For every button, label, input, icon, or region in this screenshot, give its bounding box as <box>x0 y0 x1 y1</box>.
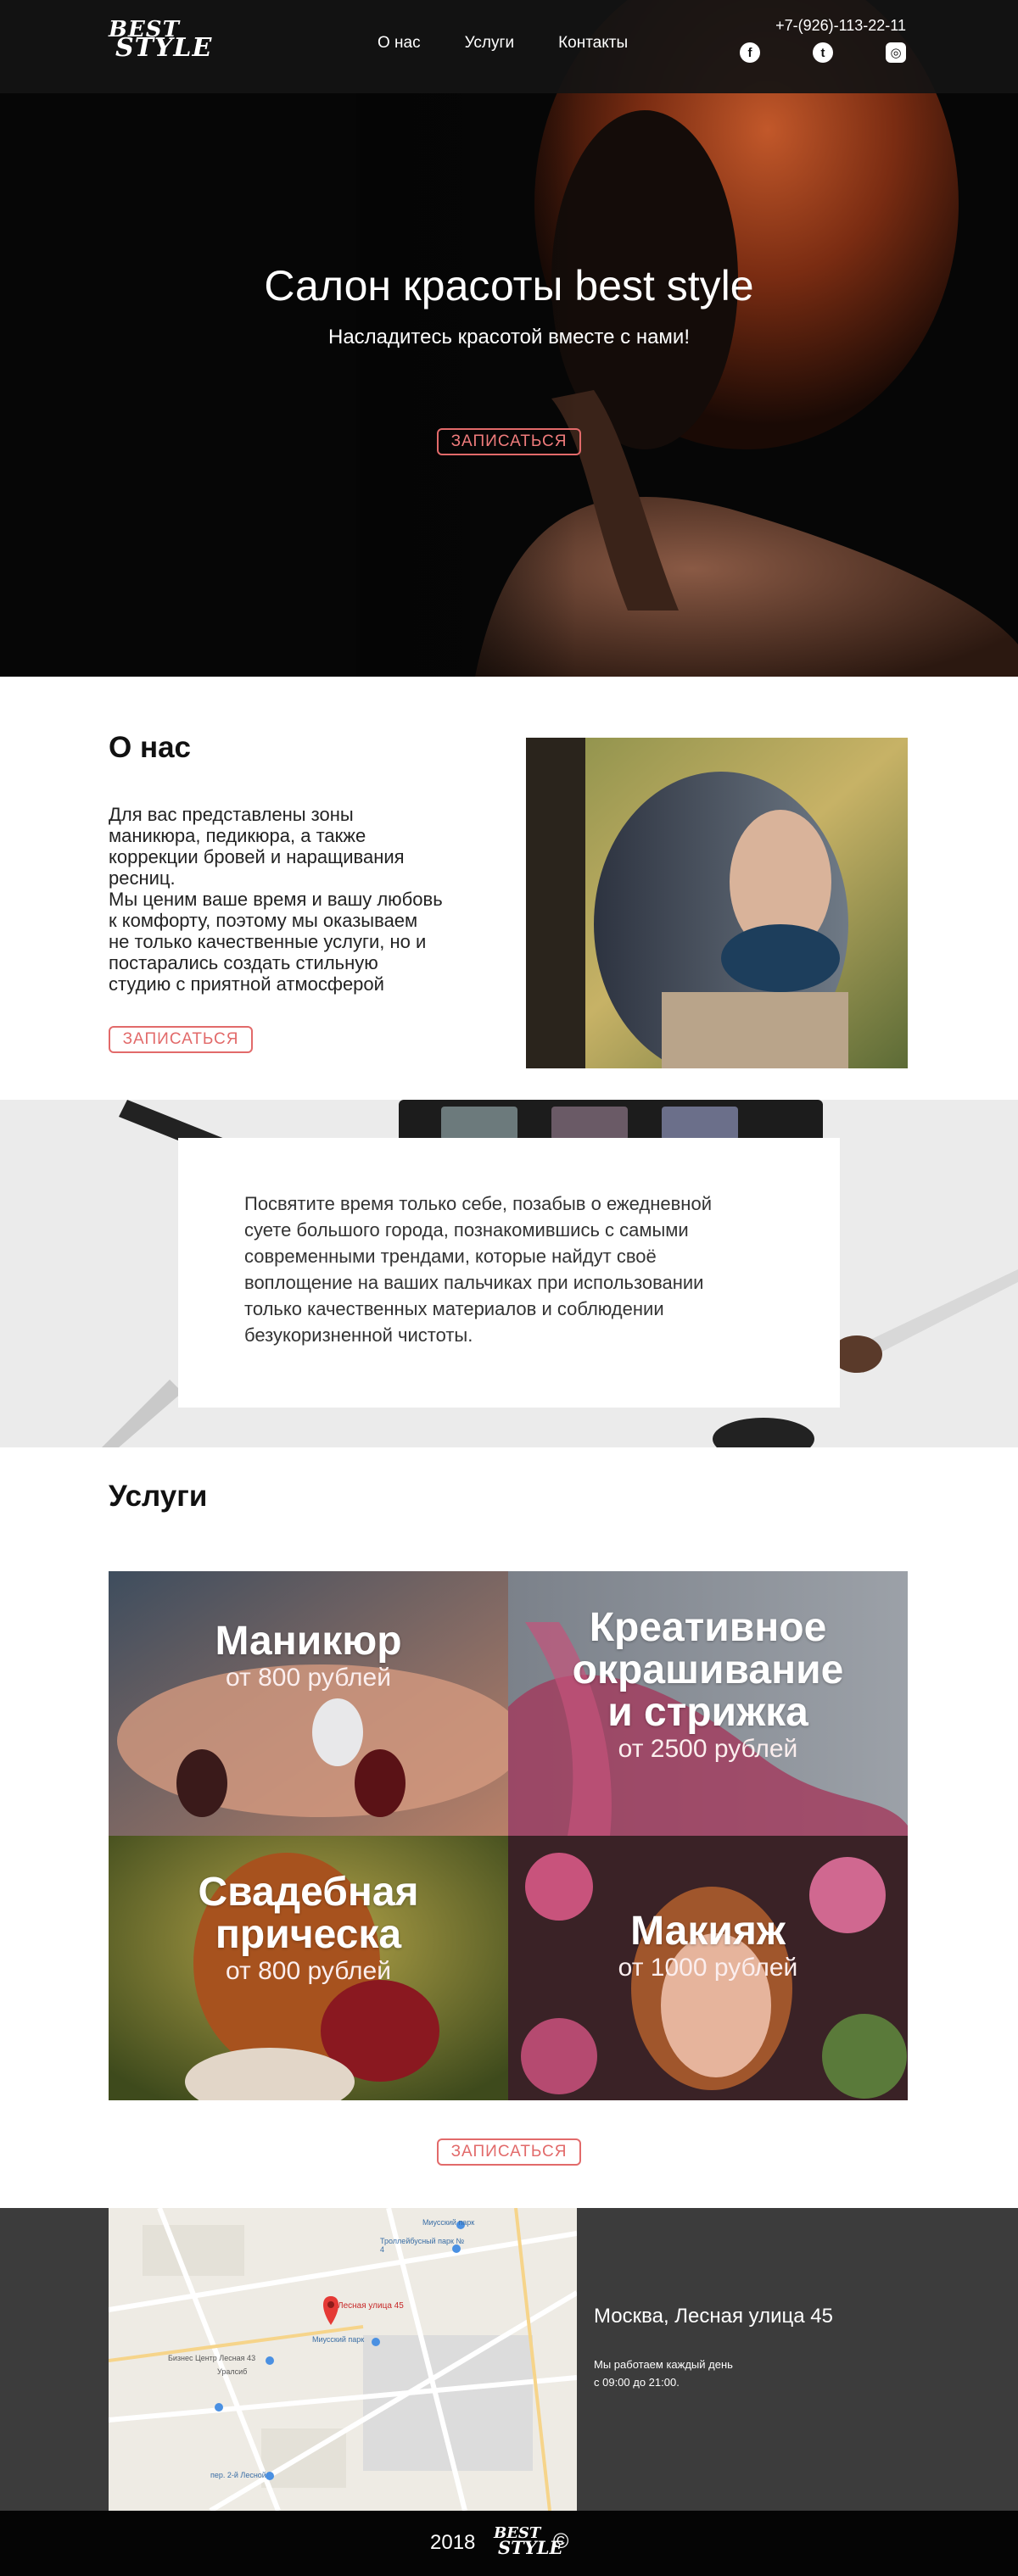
hours-line-2: с 09:00 до 21:00. <box>594 2376 680 2389</box>
map-label-business: Бизнес Центр Лесная 43 <box>168 2354 256 2362</box>
about-title: О нас <box>109 731 192 764</box>
hero-signup-button[interactable]: ЗАПИСАТЬСЯ <box>437 428 581 455</box>
about-signup-button[interactable]: ЗАПИСАТЬСЯ <box>109 1026 253 1053</box>
instagram-icon[interactable]: ◎ <box>886 42 906 63</box>
quote-card: Посвятите время только себе, позабыв о е… <box>178 1138 840 1408</box>
hero-section: Салон красоты best style Насладитесь кра… <box>0 0 1018 677</box>
nav-services-link[interactable]: Услуги <box>465 34 514 53</box>
service-price: от 2500 рублей <box>618 1735 798 1763</box>
service-card-manicure[interactable]: Маникюр от 800 рублей <box>109 1571 508 1836</box>
contact-address: Москва, Лесная улица 45 <box>594 2305 833 2328</box>
map-pin-label: Лесная улица 45 <box>338 2301 404 2311</box>
site-header: BEST STYLE О нас Услуги Контакты +7-(926… <box>0 0 1018 93</box>
nav-contacts-link[interactable]: Контакты <box>558 34 628 53</box>
phone-number[interactable]: +7-(926)-113-22-11 <box>775 17 906 35</box>
about-text: Для вас представлены зоны маникюра, педи… <box>109 804 443 995</box>
logo-line-2: STYLE <box>115 33 213 63</box>
service-card-makeup[interactable]: Макияж от 1000 рублей <box>508 1836 908 2100</box>
main-nav: О нас Услуги Контакты <box>378 34 628 53</box>
about-photo <box>526 738 908 1068</box>
hero-subtitle: Насладитесь красотой вместе с нами! <box>327 326 691 348</box>
social-links: f t ◎ <box>740 42 906 63</box>
service-price: от 1000 рублей <box>618 1954 798 1982</box>
service-price: от 800 рублей <box>226 1957 391 1985</box>
copyright-icon: © <box>553 2529 569 2553</box>
quote-text: Посвятите время только себе, позабыв о е… <box>244 1193 712 1346</box>
map-label-trolley: Троллейбусный парк № 4 <box>380 2237 465 2254</box>
service-name: Креативное окрашивание и стрижка <box>572 1605 844 1735</box>
hours-line-1: Мы работаем каждый день <box>594 2358 733 2371</box>
site-footer: 2018 BEST STYLE © <box>0 2511 1018 2576</box>
service-price: от 800 рублей <box>226 1664 391 1692</box>
map-label-lane: пер. 2-й Лесной <box>210 2471 266 2479</box>
service-card-coloring[interactable]: Креативное окрашивание и стрижка от 2500… <box>508 1571 908 1836</box>
service-name: Свадебная прическа <box>198 1870 419 1957</box>
map-label-park: Миусский парк <box>422 2218 475 2227</box>
location-map[interactable]: Лесная улица 45 Миусский парк Троллейбус… <box>109 2208 577 2511</box>
contact-hours: Мы работаем каждый день с 09:00 до 21:00… <box>594 2356 733 2391</box>
service-card-wedding-hair[interactable]: Свадебная прическа от 800 рублей <box>109 1836 508 2100</box>
nav-about-link[interactable]: О нас <box>378 34 421 53</box>
facebook-icon[interactable]: f <box>740 42 760 63</box>
services-signup-button[interactable]: ЗАПИСАТЬСЯ <box>437 2138 581 2166</box>
hero-title: Салон красоты best style <box>264 262 754 309</box>
services-title: Услуги <box>109 1480 208 1513</box>
brand-logo[interactable]: BEST STYLE <box>109 19 213 63</box>
footer-year: 2018 <box>430 2531 476 2554</box>
service-name: Маникюр <box>215 1619 402 1664</box>
service-name: Макияж <box>630 1909 786 1954</box>
map-label-park-2: Миусский парк <box>312 2335 365 2344</box>
tumblr-icon[interactable]: t <box>813 42 833 63</box>
map-label-bank: Уралсиб <box>217 2367 248 2376</box>
